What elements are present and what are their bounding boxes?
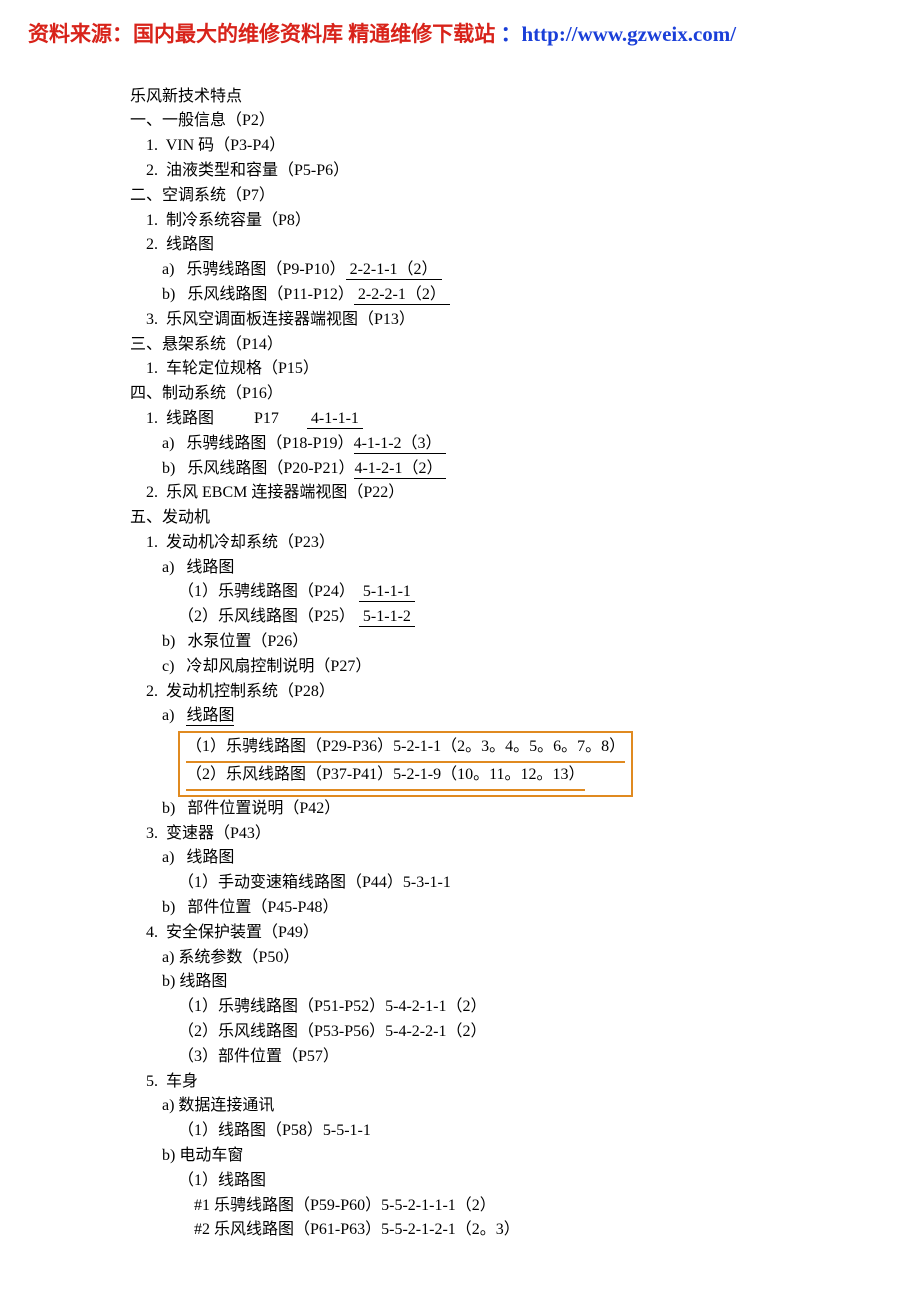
outline-line: 一、一般信息（P2） xyxy=(130,109,920,134)
line-text: （1）乐骋线路图（P24） xyxy=(130,583,359,600)
line-text: b) 乐风线路图（P20-P21） xyxy=(130,460,354,477)
line-text: （2）乐风线路图（P25） xyxy=(130,608,359,625)
outline-line: b) 部件位置（P45-P48） xyxy=(130,896,920,921)
outline-line: 2. 油液类型和容量（P5-P6） xyxy=(130,159,920,184)
outline-line: b) 线路图 xyxy=(130,970,920,995)
outline-line: （1）线路图（P58）5-5-1-1 xyxy=(130,1119,920,1144)
outline-line: b) 乐风线路图（P20-P21）4-1-2-1（2） xyxy=(130,457,920,482)
outline-line: a) 乐骋线路图（P9-P10） 2-2-1-1（2） xyxy=(130,258,920,283)
highlighted-link[interactable]: （1）乐骋线路图（P29-P36）5-2-1-1（2。3。4。5。6。7。8） xyxy=(186,735,625,763)
page-header: 资料来源：国内最大的维修资料库 精通维修下载站 ：http://www.gzwe… xyxy=(0,0,920,61)
reference-link[interactable]: 5-1-1-2 xyxy=(359,608,415,627)
line-text: a) xyxy=(130,707,186,724)
outline-line: 2. 乐风 EBCM 连接器端视图（P22） xyxy=(130,481,920,506)
source-url[interactable]: http://www.gzweix.com/ xyxy=(522,22,737,46)
outline-line: c) 冷却风扇控制说明（P27） xyxy=(130,655,920,680)
reference-link[interactable]: 2-2-2-1（2） xyxy=(354,286,450,305)
line-text: 1. 线路图 P17 xyxy=(130,410,307,427)
highlight-box: （1）乐骋线路图（P29-P36）5-2-1-1（2。3。4。5。6。7。8）（… xyxy=(178,731,633,797)
outline-line: b) 电动车窗 xyxy=(130,1144,920,1169)
outline-line: b) 水泵位置（P26） xyxy=(130,630,920,655)
outline-line: （1）乐骋线路图（P51-P52）5-4-2-1-1（2） xyxy=(130,995,920,1020)
outline-line: 2. 发动机控制系统（P28） xyxy=(130,680,920,705)
outline-line: a) 数据连接通讯 xyxy=(130,1094,920,1119)
line-text: a) 乐骋线路图（P9-P10） xyxy=(130,261,346,278)
outline-line: 二、空调系统（P7） xyxy=(130,184,920,209)
outline-line: a) 线路图 xyxy=(130,556,920,581)
outline-line: 1. 线路图 P17 4-1-1-1 xyxy=(130,407,920,432)
outline-line: （2）乐风线路图（P53-P56）5-4-2-2-1（2） xyxy=(130,1020,920,1045)
outline-line: （2）乐风线路图（P25） 5-1-1-2 xyxy=(130,605,920,630)
outline-line: #1 乐骋线路图（P59-P60）5-5-2-1-1-1（2） xyxy=(130,1194,920,1219)
site-name: 国内最大的维修资料库 精通维修下载站 xyxy=(133,22,495,46)
outline-line: 2. 线路图 xyxy=(130,233,920,258)
outline-line: （1）线路图 xyxy=(130,1169,920,1194)
outline-line: 1. 车轮定位规格（P15） xyxy=(130,357,920,382)
outline-line: a) 线路图 xyxy=(130,846,920,871)
outline-line: #2 乐风线路图（P61-P63）5-5-2-1-2-1（2。3） xyxy=(130,1218,920,1243)
outline-line: 1. 发动机冷却系统（P23） xyxy=(130,531,920,556)
outline-line: a) 系统参数（P50） xyxy=(130,946,920,971)
source-label: 资料来源： xyxy=(28,22,133,46)
reference-link[interactable]: 4-1-1-2（3） xyxy=(354,435,446,454)
outline-line: b) 部件位置说明（P42） xyxy=(130,797,920,822)
separator: ： xyxy=(495,22,521,46)
outline-line: b) 乐风线路图（P11-P12） 2-2-2-1（2） xyxy=(130,283,920,308)
reference-link[interactable]: 4-1-2-1（2） xyxy=(354,460,446,479)
outline-line: 3. 乐风空调面板连接器端视图（P13） xyxy=(130,308,920,333)
reference-link[interactable]: 2-2-1-1（2） xyxy=(346,261,442,280)
outline-line: （1）乐骋线路图（P29-P36）5-2-1-1（2。3。4。5。6。7。8）（… xyxy=(130,729,920,797)
reference-link[interactable]: 5-1-1-1 xyxy=(359,583,415,602)
outline-line: 3. 变速器（P43） xyxy=(130,822,920,847)
outline-line: a) 乐骋线路图（P18-P19）4-1-1-2（3） xyxy=(130,432,920,457)
outline-line: 乐风新技术特点 xyxy=(130,85,920,110)
line-text: b) 乐风线路图（P11-P12） xyxy=(130,286,354,303)
outline-line: 四、制动系统（P16） xyxy=(130,382,920,407)
outline-line: 5. 车身 xyxy=(130,1070,920,1095)
reference-link[interactable]: 4-1-1-1 xyxy=(307,410,363,429)
line-text: a) 乐骋线路图（P18-P19） xyxy=(130,435,354,452)
outline-line: （3）部件位置（P57） xyxy=(130,1045,920,1070)
document-body: 乐风新技术特点一、一般信息（P2） 1. VIN 码（P3-P4） 2. 油液类… xyxy=(0,61,920,1284)
outline-line: （1）手动变速箱线路图（P44）5-3-1-1 xyxy=(130,871,920,896)
outline-line: （1）乐骋线路图（P24） 5-1-1-1 xyxy=(130,580,920,605)
outline-line: 4. 安全保护装置（P49） xyxy=(130,921,920,946)
outline-line: 1. 制冷系统容量（P8） xyxy=(130,209,920,234)
outline-line: 1. VIN 码（P3-P4） xyxy=(130,134,920,159)
reference-link[interactable]: 线路图 xyxy=(186,707,234,726)
highlighted-link[interactable]: （2）乐风线路图（P37-P41）5-2-1-9（10。11。12。13） xyxy=(186,763,585,791)
outline-line: 五、发动机 xyxy=(130,506,920,531)
outline-line: 三、悬架系统（P14） xyxy=(130,333,920,358)
outline-line: a) 线路图 xyxy=(130,704,920,729)
